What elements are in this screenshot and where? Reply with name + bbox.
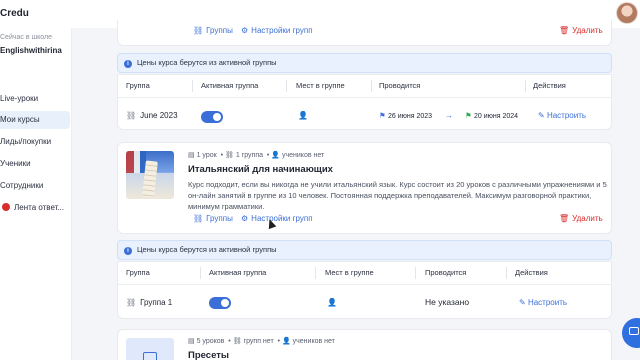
- course-thumbnail[interactable]: [126, 151, 174, 199]
- configure-link[interactable]: ✎ Настроить: [538, 111, 586, 120]
- sidebar-item-staff[interactable]: Сотрудники: [0, 177, 70, 195]
- flag-icon: ⚑: [379, 111, 386, 120]
- column-header-group: Группа: [126, 268, 150, 277]
- flag-icon: ⚑: [465, 111, 472, 120]
- column-divider: [286, 80, 287, 92]
- start-date: ⚑ 26 июня 2023: [379, 111, 433, 120]
- delete-button[interactable]: 🗑 Удалить: [559, 26, 603, 35]
- link-icon: ⛓: [232, 338, 242, 345]
- sidebar-item-label: Live-уроки: [0, 94, 39, 103]
- column-header-seats: Мест в группе: [325, 268, 374, 277]
- course-card: ▤ 5 уроков • ⛓ групп нет • 👤 учеников не…: [117, 329, 612, 360]
- column-header-group: Группа: [126, 81, 150, 90]
- sidebar-item-label: Сотрудники: [0, 181, 44, 190]
- header-divider: [118, 284, 611, 285]
- course-card: ⛓ Группы ⚙ Настройки групп 🗑 Удалить: [117, 20, 612, 46]
- price-notice: i Цены курса берутся из активной группы: [117, 240, 612, 260]
- column-header-held: Проводится: [425, 268, 467, 277]
- course-meta: ▤ 5 уроков • ⛓ групп нет • 👤 учеников не…: [188, 338, 335, 345]
- column-header-actions: Действия: [515, 268, 548, 277]
- price-notice: i Цены курса берутся из активной группы: [117, 53, 612, 73]
- course-meta: ▤ 1 урок • ⛓ 1 группа • 👤 учеников нет: [188, 152, 325, 159]
- column-header-seats: Мест в группе: [296, 81, 345, 90]
- column-divider: [506, 267, 507, 279]
- column-divider: [525, 80, 526, 92]
- active-group-toggle[interactable]: [201, 111, 223, 123]
- course-title[interactable]: Пресеты: [188, 350, 229, 360]
- course-card: ▤ 1 урок • ⛓ 1 группа • 👤 учеников нет И…: [117, 142, 612, 234]
- course-thumbnail[interactable]: [126, 338, 174, 360]
- column-divider: [415, 267, 416, 279]
- group-settings-link[interactable]: ⚙ Настройки групп: [241, 214, 313, 223]
- school-name[interactable]: Englishwithirina: [0, 46, 62, 55]
- info-icon: i: [124, 60, 132, 68]
- groups-link[interactable]: ⛓ Группы: [193, 26, 233, 35]
- configure-link[interactable]: ✎ Настроить: [519, 298, 567, 307]
- column-divider: [200, 267, 201, 279]
- course-title[interactable]: Итальянский для начинающих: [188, 164, 333, 175]
- gear-icon: ⚙: [241, 26, 249, 35]
- arrow-right-icon: →: [445, 111, 453, 120]
- lessons-icon: ▤: [188, 152, 195, 159]
- sidebar-item-label: Лента ответ...: [14, 203, 65, 212]
- lessons-icon: ▤: [188, 338, 195, 345]
- column-divider: [371, 80, 372, 92]
- students-icon: 👤: [271, 152, 281, 159]
- italy-flag-image: [126, 151, 146, 173]
- group-name[interactable]: ⛓ June 2023: [126, 111, 178, 120]
- column-header-actions: Действия: [533, 81, 566, 90]
- info-icon: i: [124, 247, 132, 255]
- sidebar-item-feed[interactable]: Лента ответ...: [0, 199, 70, 217]
- students-icon: 👤: [281, 338, 291, 345]
- column-divider: [315, 267, 316, 279]
- sidebar: Сейчас в школе Englishwithirina Live-уро…: [0, 28, 72, 360]
- pencil-icon: ✎: [519, 298, 526, 307]
- group-name[interactable]: ⛓ Группа 1: [126, 298, 172, 307]
- link-icon: ⛓: [193, 214, 204, 223]
- column-header-active-group: Активная группа: [209, 268, 267, 277]
- column-divider: [192, 80, 193, 92]
- sidebar-item-students[interactable]: Ученики: [0, 155, 70, 173]
- group-settings-link[interactable]: ⚙ Настройки групп: [241, 26, 313, 35]
- sidebar-item-live-lessons[interactable]: Live-уроки: [0, 90, 70, 108]
- trash-icon: 🗑: [559, 26, 570, 35]
- user-avatar[interactable]: [616, 2, 638, 24]
- pencil-icon: ✎: [538, 111, 545, 120]
- sidebar-item-leads[interactable]: Лиды/покупки: [0, 133, 70, 151]
- delete-button[interactable]: 🗑 Удалить: [559, 214, 603, 223]
- notification-dot-icon: [2, 203, 10, 211]
- header-divider: [118, 97, 611, 98]
- image-placeholder-icon: [143, 352, 157, 360]
- sidebar-item-label: Ученики: [0, 159, 31, 168]
- gear-icon: ⚙: [241, 214, 249, 223]
- groups-link[interactable]: ⛓ Группы: [193, 214, 233, 223]
- end-date: ⚑ 20 июня 2024: [465, 111, 519, 120]
- tower-image: [142, 160, 158, 198]
- column-header-active-group: Активная группа: [201, 81, 259, 90]
- sidebar-item-label: Мои курсы: [0, 115, 40, 124]
- groups-table: Группа Активная группа Мест в группе Про…: [117, 261, 612, 319]
- link-icon: ⛓: [224, 152, 234, 159]
- column-header-held: Проводится: [379, 81, 421, 90]
- link-icon: ⛓: [126, 111, 137, 120]
- held-value: Не указано: [425, 297, 470, 307]
- link-icon: ⛓: [193, 26, 204, 35]
- chat-button[interactable]: [622, 318, 640, 348]
- active-group-toggle[interactable]: [209, 297, 231, 309]
- school-label: Сейчас в школе: [0, 34, 52, 41]
- course-description: Курс подходит, если вы никогда не учили …: [188, 180, 607, 211]
- sidebar-item-my-courses[interactable]: Мои курсы: [0, 111, 70, 129]
- seats-icon: 👤: [298, 111, 308, 120]
- trash-icon: 🗑: [559, 214, 570, 223]
- link-icon: ⛓: [126, 298, 137, 307]
- groups-table: Группа Активная группа Мест в группе Про…: [117, 74, 612, 130]
- app-logo[interactable]: Credu: [0, 8, 29, 19]
- sidebar-item-label: Лиды/покупки: [0, 137, 52, 146]
- seats-icon: 👤: [327, 298, 337, 307]
- chat-icon: [629, 327, 639, 335]
